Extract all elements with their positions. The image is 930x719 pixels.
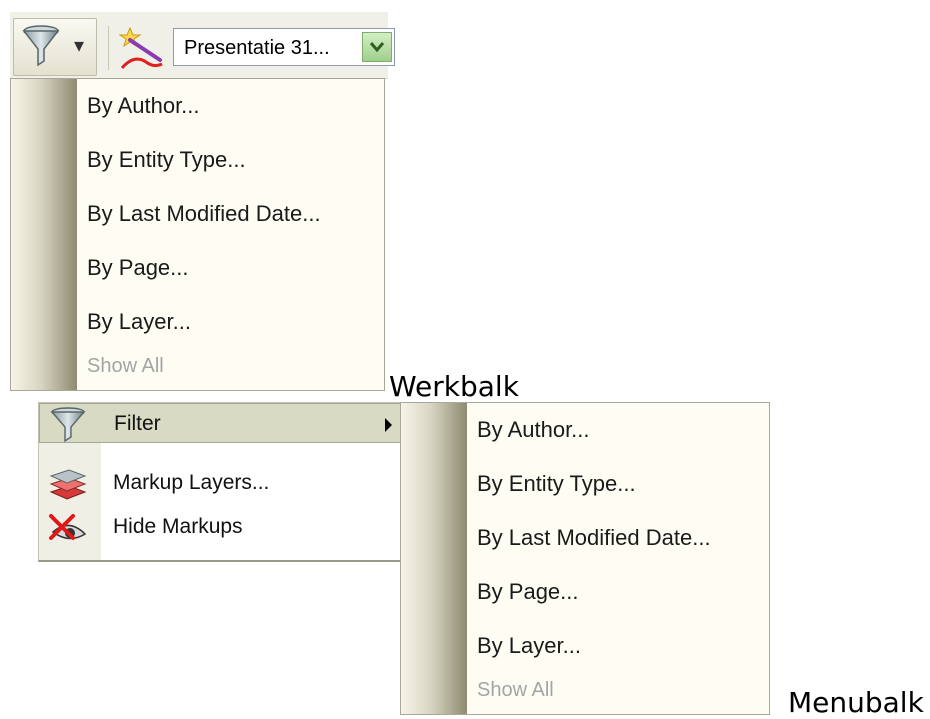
submenu-item-by-layer[interactable]: By Layer... [477,633,581,659]
funnel-icon [22,25,60,67]
menu-item-by-page[interactable]: By Page... [87,255,189,281]
document-select[interactable]: Presentatie 31... [173,28,395,66]
toolbar: ▾ Presentatie 31... [10,12,395,79]
submenu-item-by-page[interactable]: By Page... [477,579,579,605]
submenu-item-by-last-modified-date[interactable]: By Last Modified Date... [477,525,711,551]
caption-menubalk: Menubalk [788,686,924,719]
menu-item-show-all: Show All [87,355,164,377]
submenu-item-by-entity-type[interactable]: By Entity Type... [477,471,636,497]
layers-icon [49,469,87,500]
submenu-item-by-author[interactable]: By Author... [477,417,590,443]
chevron-down-icon: ▾ [74,33,85,57]
menu-gutter [11,79,77,390]
caption-werkbalk: Werkbalk [389,370,519,403]
chevron-down-icon [369,42,385,53]
menu-item-label: Hide Markups [113,515,243,538]
submenu-item-show-all: Show All [477,679,554,701]
menu-item-label: Markup Layers... [113,471,270,494]
funnel-icon [50,407,86,443]
toolbar-separator [108,26,109,70]
toolbar-filter-menu: By Author... By Entity Type... By Last M… [10,78,385,391]
magic-wand-icon[interactable] [116,24,166,74]
select-arrow-button[interactable] [362,32,392,62]
menu-item-label: Filter [114,412,161,435]
markups-menu: Filter Markup Layers... Hide Markups [38,402,402,562]
filter-submenu: By Author... By Entity Type... By Last M… [400,402,770,715]
hide-markups-icon [49,514,87,540]
menu-item-hide-markups[interactable]: Hide Markups [39,507,401,547]
menu-item-by-last-modified-date[interactable]: By Last Modified Date... [87,201,321,227]
menu-item-by-author[interactable]: By Author... [87,93,200,119]
menu-item-markup-layers[interactable]: Markup Layers... [39,463,401,503]
filter-dropdown-button[interactable]: ▾ [13,18,97,76]
menu-item-filter[interactable]: Filter [39,403,401,443]
submenu-arrow-icon [385,418,392,432]
menu-item-by-layer[interactable]: By Layer... [87,309,191,335]
document-select-value: Presentatie 31... [184,37,330,59]
menu-item-by-entity-type[interactable]: By Entity Type... [87,147,246,173]
menu-gutter [401,403,467,714]
